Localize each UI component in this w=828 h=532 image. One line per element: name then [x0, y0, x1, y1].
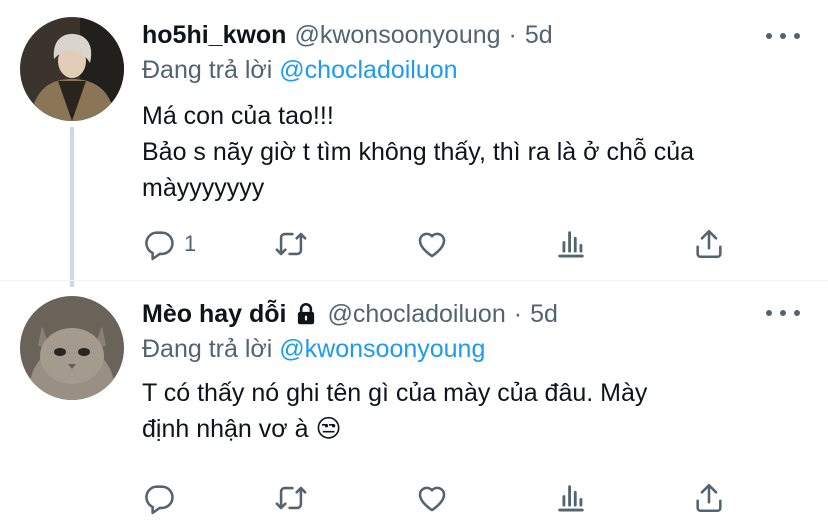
tweet-text-line: định nhận vơ à 😒: [142, 415, 342, 443]
display-name[interactable]: Mèo hay dỗi: [142, 299, 286, 329]
reply-mention-link[interactable]: @chocladoiluon: [279, 56, 457, 84]
reply-count: 1: [184, 231, 197, 256]
reply-context: Đang trả lời @kwonsoonyoung: [142, 334, 485, 364]
tweet-text-line: Má con của tao!!!: [142, 102, 334, 130]
reply-mention-link[interactable]: @kwonsoonyoung: [279, 335, 485, 363]
timestamp[interactable]: 5d: [525, 20, 553, 50]
like-button[interactable]: [415, 224, 449, 264]
more-icon[interactable]: [766, 24, 800, 48]
tweet-header: ho5hi_kwon @kwonsoonyoung · 5d: [142, 20, 748, 50]
tweet-text: T có thấy nó ghi tên gì của mày của đâu.…: [142, 375, 788, 447]
reply-prefix: Đang trả lời: [142, 56, 273, 84]
share-icon: [692, 227, 726, 261]
like-icon: [415, 227, 449, 261]
reply-context: Đang trả lời @chocladoiluon: [142, 55, 458, 85]
tweet-text-line: màyyyyyyy: [142, 174, 265, 202]
avatar[interactable]: [20, 296, 124, 400]
tweet-actions: 1: [142, 224, 732, 264]
retweet-icon: [274, 481, 308, 515]
lock-icon: [298, 303, 315, 325]
like-icon: [415, 481, 449, 515]
reply-button[interactable]: [142, 478, 184, 518]
analytics-button[interactable]: [554, 224, 588, 264]
tweet-actions: [142, 478, 732, 518]
more-icon[interactable]: [766, 301, 800, 325]
tweet-item[interactable]: Mèo hay dỗi @chocladoiluon · 5d Đang trả…: [0, 280, 828, 532]
reply-prefix: Đang trả lời: [142, 335, 273, 363]
user-handle[interactable]: @chocladoiluon: [327, 299, 505, 329]
thread-connector-line: [70, 127, 74, 287]
analytics-icon: [554, 481, 588, 515]
tweet-header: Mèo hay dỗi @chocladoiluon · 5d: [142, 299, 748, 329]
display-name[interactable]: ho5hi_kwon: [142, 20, 286, 50]
reply-button[interactable]: 1: [142, 224, 196, 264]
user-handle[interactable]: @kwonsoonyoung: [294, 20, 500, 50]
retweet-icon: [274, 227, 308, 261]
tweet-text: Má con của tao!!! Bảo s nãy giờ t tìm kh…: [142, 98, 788, 206]
separator-dot: ·: [508, 21, 517, 49]
like-button[interactable]: [415, 478, 449, 518]
analytics-icon: [554, 227, 588, 261]
timestamp[interactable]: 5d: [530, 299, 558, 329]
share-icon: [692, 481, 726, 515]
share-button[interactable]: [692, 478, 726, 518]
tweet-text-line: Bảo s nãy giờ t tìm không thấy, thì ra l…: [142, 138, 695, 166]
tweet-item[interactable]: ho5hi_kwon @kwonsoonyoung · 5d Đang trả …: [0, 0, 828, 287]
avatar[interactable]: [20, 17, 124, 121]
retweet-button[interactable]: [274, 224, 308, 264]
reply-icon: [142, 481, 176, 515]
tweet-text-line: T có thấy nó ghi tên gì của mày của đâu.…: [142, 379, 648, 407]
analytics-button[interactable]: [554, 478, 588, 518]
retweet-button[interactable]: [274, 478, 308, 518]
share-button[interactable]: [692, 224, 726, 264]
reply-icon: [142, 227, 176, 261]
separator-dot: ·: [513, 300, 523, 328]
